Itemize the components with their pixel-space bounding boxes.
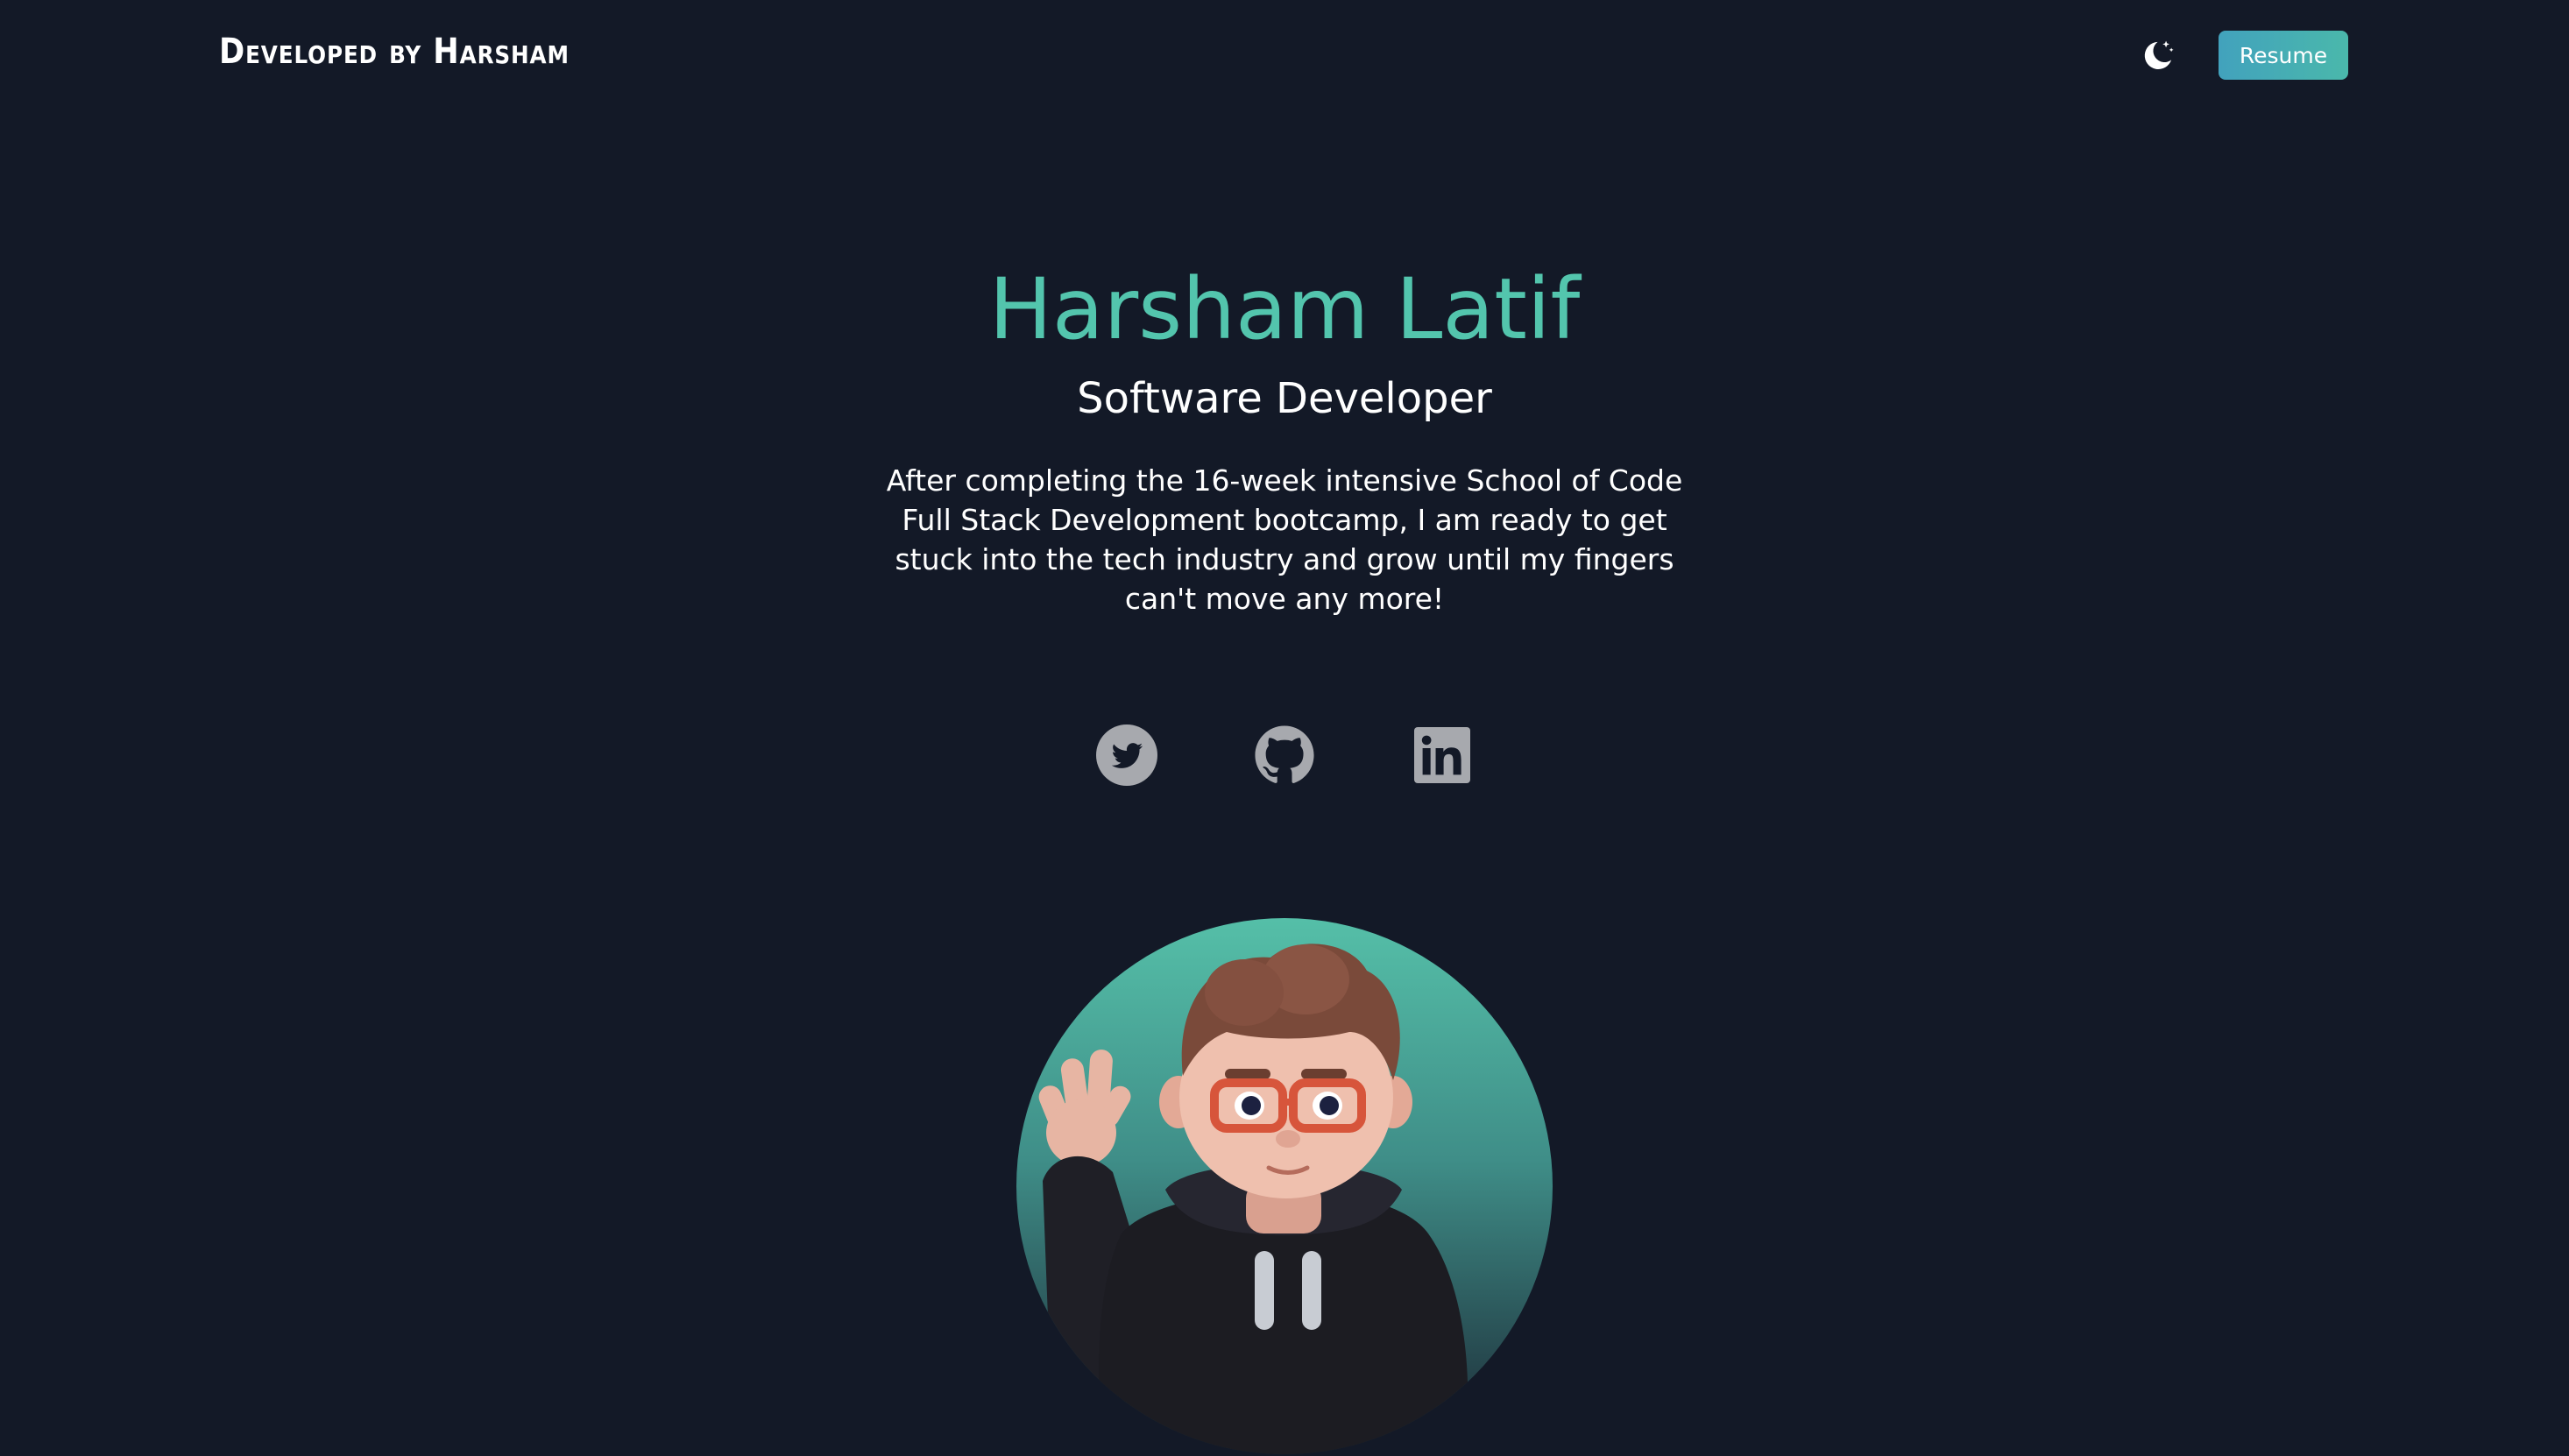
avatar-illustration (1038, 944, 1469, 1454)
page: Developed by Harsham Resume Harsham Lati… (0, 0, 2569, 1456)
social-links (0, 724, 2569, 787)
hero-role-subtitle: Software Developer (1077, 374, 1492, 423)
twitter-link[interactable] (1095, 724, 1158, 787)
linkedin-link[interactable] (1411, 724, 1474, 787)
resume-button[interactable]: Resume (2219, 31, 2348, 80)
twitter-icon (1096, 724, 1157, 786)
moon-stars-icon (2144, 40, 2174, 70)
github-icon (1255, 725, 1314, 783)
theme-toggle-button[interactable] (2136, 35, 2178, 77)
avatar (1016, 918, 1553, 1454)
brand-logo-text[interactable]: Developed by Harsham (219, 32, 570, 72)
github-link[interactable] (1253, 724, 1316, 787)
hero-name-heading: Harsham Latif (988, 260, 1581, 358)
linkedin-icon (1414, 727, 1470, 783)
hero-bio-paragraph: After completing the 16-week intensive S… (886, 463, 1683, 616)
